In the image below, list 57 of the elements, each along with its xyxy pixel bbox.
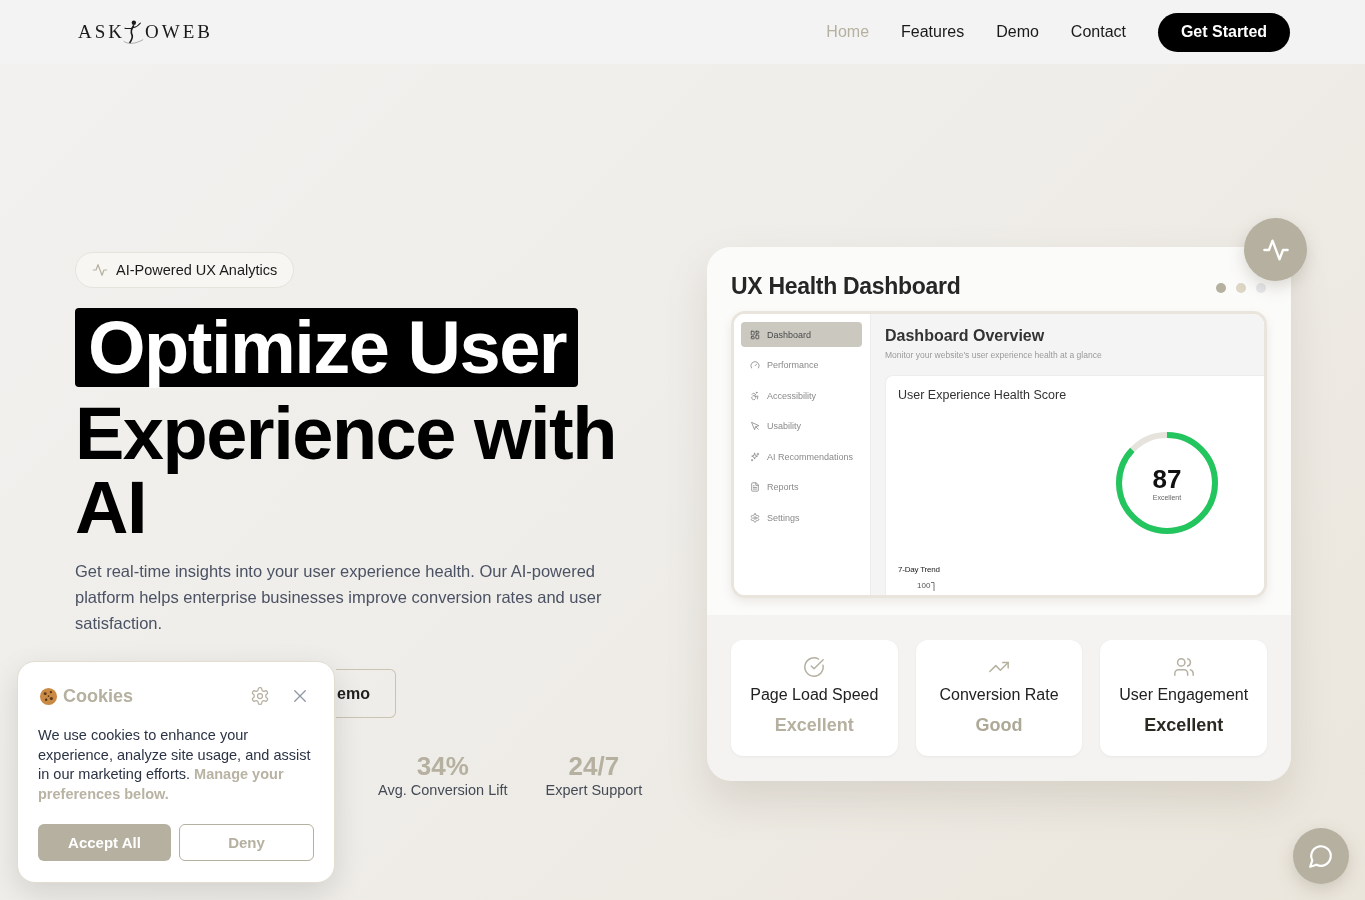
overview-subtitle: Monitor your website's user experience health at a glance bbox=[885, 349, 1103, 361]
cookie-icon bbox=[39, 686, 58, 706]
metric-label: User Engagement bbox=[1119, 685, 1249, 705]
nav-link[interactable]: Demo bbox=[996, 22, 1039, 42]
demo-button[interactable]: emo bbox=[336, 669, 396, 718]
metric-status: Good bbox=[975, 714, 1023, 736]
deny-button[interactable]: Deny bbox=[179, 824, 314, 861]
chart-axis bbox=[931, 581, 936, 591]
axis-tick-label: 100 bbox=[917, 581, 931, 591]
stat-value: 24/7 bbox=[568, 752, 620, 780]
grid-icon bbox=[750, 329, 760, 340]
gauge-icon bbox=[750, 360, 760, 370]
nav-link[interactable]: Contact bbox=[1070, 22, 1126, 42]
figure-icon bbox=[122, 18, 144, 46]
sidebar-item[interactable]: Settings bbox=[741, 505, 862, 530]
close-icon[interactable] bbox=[293, 689, 307, 703]
chat-bubble-icon bbox=[1308, 843, 1334, 869]
metric-label: Conversion Rate bbox=[939, 685, 1059, 705]
pointer-icon bbox=[750, 421, 760, 431]
stat-value: 34% bbox=[416, 752, 469, 780]
stat-label: Expert Support bbox=[545, 781, 643, 800]
headline-highlight: Optimize User bbox=[75, 308, 579, 387]
metric-status: Excellent bbox=[1144, 714, 1224, 736]
sidebar-item[interactable]: Usability bbox=[741, 413, 862, 439]
users-icon bbox=[1172, 656, 1195, 678]
check-circle-icon bbox=[803, 656, 826, 678]
overview-title: Dashboard Overview bbox=[885, 327, 1046, 345]
get-started-button[interactable]: Get Started bbox=[1158, 12, 1290, 52]
stat-label: Avg. Conversion Lift bbox=[378, 781, 508, 800]
hero-description: Get real-time insights into your user experience health. Our AI-powered platform helps enterprise businesses improve conversion rates and user satisfaction. bbox=[75, 561, 603, 634]
nav-link[interactable]: Features bbox=[901, 22, 965, 42]
score-value: 87 bbox=[1152, 464, 1182, 493]
sidebar-item[interactable]: Reports bbox=[741, 474, 862, 500]
settings-icon bbox=[750, 512, 760, 523]
logo-text: OWEB bbox=[145, 20, 213, 44]
trend-title: 7-Day Trend bbox=[898, 564, 941, 575]
sparkle-icon bbox=[750, 451, 760, 462]
chat-button[interactable] bbox=[1293, 828, 1349, 884]
pulse-icon bbox=[92, 262, 108, 278]
logo-text: ASK bbox=[78, 20, 125, 44]
cookie-title: Cookies bbox=[63, 685, 134, 707]
document-icon bbox=[750, 482, 760, 492]
sidebar-item[interactable]: Accessibility bbox=[741, 383, 862, 408]
accessibility-icon bbox=[750, 390, 760, 401]
sidebar-item[interactable]: Dashboard bbox=[741, 322, 862, 347]
metric-status: Excellent bbox=[774, 714, 854, 736]
badge-label: AI-Powered UX Analytics bbox=[116, 261, 278, 279]
sidebar-item[interactable]: Performance bbox=[741, 352, 862, 378]
headline: Experience with AI bbox=[75, 397, 617, 545]
score-title: User Experience Health Score bbox=[898, 387, 1068, 403]
metric-label: Page Load Speed bbox=[750, 685, 879, 705]
sidebar-item[interactable]: AI Recommendations bbox=[741, 444, 862, 469]
accept-button[interactable]: Accept All bbox=[38, 824, 171, 861]
nav-link[interactable]: Home bbox=[826, 22, 870, 42]
settings-icon[interactable] bbox=[250, 686, 270, 706]
cookie-message: We use cookies to enhance your experience, analyze site usage, and assist in our marketing efforts. Manage your preferences below. bbox=[38, 726, 312, 804]
dashboard-title: UX Health Dashboard bbox=[731, 272, 961, 301]
